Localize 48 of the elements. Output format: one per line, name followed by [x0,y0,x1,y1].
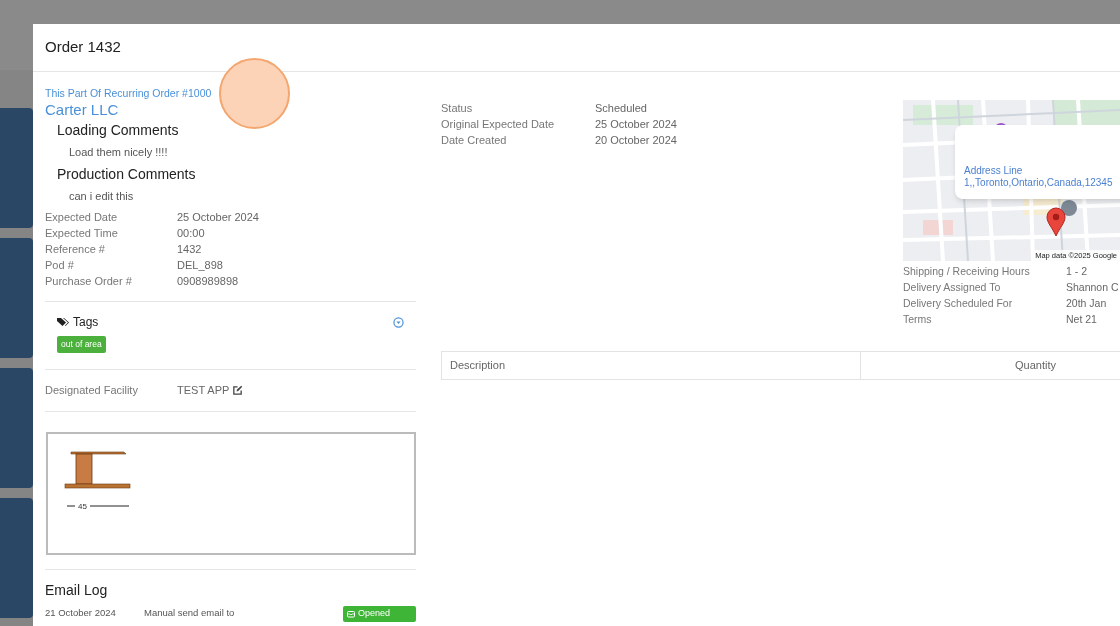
field-value: Scheduled [595,101,647,116]
field-value: DEL_898 [177,258,223,273]
field-value: 20th Jan [1066,296,1107,311]
field-value: 20 October 2024 [595,133,677,148]
modal-title: Order 1432 [45,37,121,58]
field-label: Delivery Assigned To [903,280,1002,295]
comment-text: can i edit this [68,189,135,204]
field-label: Designated Facility [45,383,139,399]
field-label: Status [441,101,474,116]
field-label: Pod # [45,258,75,273]
field-label: Expected Date [45,210,119,225]
email-log-title: Email Log [45,581,109,600]
tags-heading: Tags [73,314,99,331]
field-label: Purchase Order # [45,274,133,289]
tag-badge: out of area [57,336,106,353]
comments-heading: Production Comments [57,165,197,184]
chevron-circle-icon[interactable] [393,316,404,328]
recurring-order-link[interactable]: This Part Of Recurring Order #1000 [45,85,212,101]
dimension-label: 45 [78,502,87,511]
field-label: Terms [903,312,933,327]
edit-icon[interactable] [232,385,244,396]
comment-text: Load them nicely !!!! [68,145,169,160]
email-date: 21 October 2024 [45,606,117,620]
field-value: 25 October 2024 [595,117,677,132]
column-header: Quantity [1014,358,1057,374]
field-label: Original Expected Date [441,117,556,132]
field-label: Date Created [441,133,508,148]
map-pin-icon [1046,207,1066,237]
tags-icon [57,317,69,327]
field-value: 1432 [177,242,202,257]
field-value: TEST APP [177,383,230,399]
field-value: Net 21 [1066,312,1097,327]
field-label: Expected Time [45,226,119,241]
field-label: Reference # [45,242,106,257]
envelope-icon [347,610,355,618]
field-value: 25 October 2024 [177,210,259,225]
field-label: Delivery Scheduled For [903,296,1014,311]
field-value: 00:00 [177,226,205,241]
status-badge: Opened [343,606,416,622]
address-text: Address Line 1,,Toronto,Ontario,Canada,12345 [964,165,1114,189]
field-value: 0908989898 [177,274,239,289]
comments-heading: Loading Comments [57,121,180,140]
field-label: Shipping / Receiving Hours [903,264,1031,279]
customer-link[interactable]: Carter LLC [45,101,119,119]
column-header: Description [442,352,861,379]
email-description: Manual send email to [144,606,236,620]
field-value: Shannon C [1066,280,1119,295]
field-value: 1 - 2 [1066,264,1087,279]
